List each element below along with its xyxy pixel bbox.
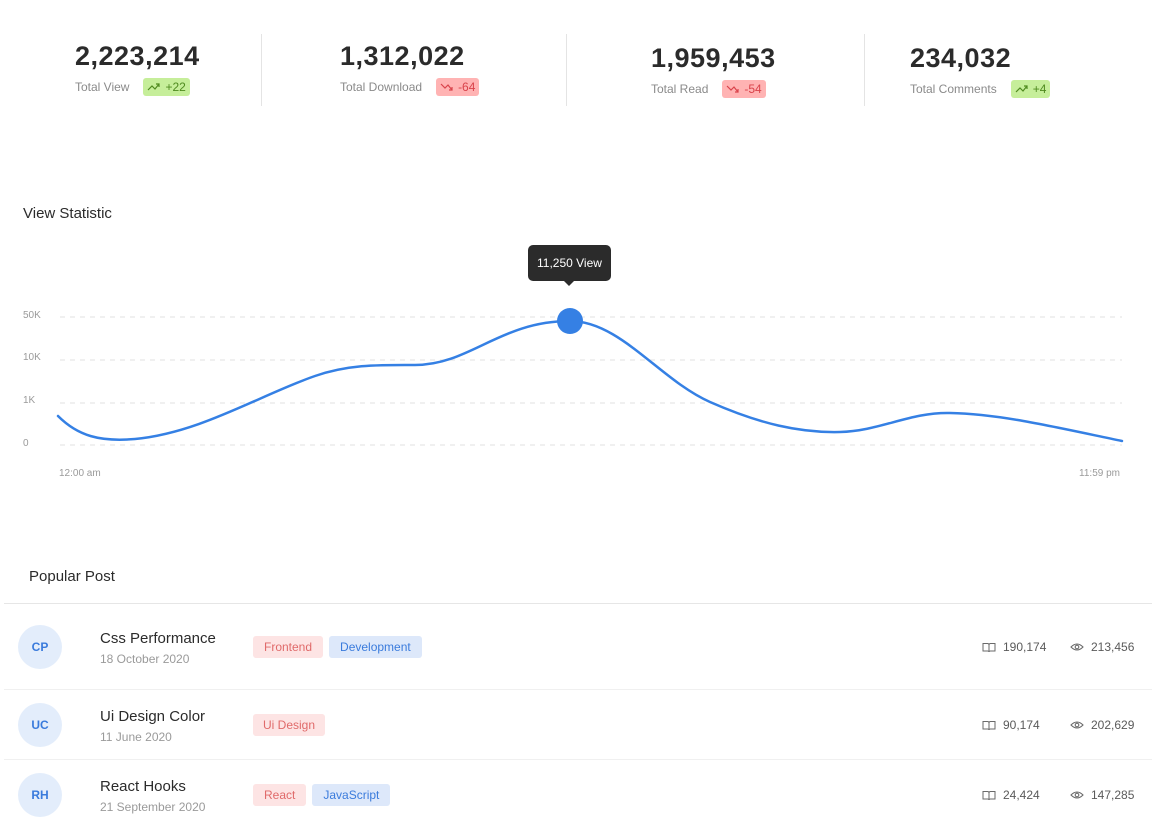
post-row[interactable]: UC Ui Design Color 11 June 2020 Ui Desig… — [4, 690, 1152, 760]
stat-label: Total View — [75, 80, 130, 94]
stat-divider — [261, 34, 262, 106]
peak-point-marker[interactable] — [557, 308, 583, 334]
post-reads: 190,174 — [982, 640, 1046, 654]
y-tick-label: 0 — [23, 438, 29, 449]
stat-total-download: 1,312,022 Total Download -64 — [340, 40, 480, 96]
stat-value: 2,223,214 — [75, 41, 200, 71]
post-title[interactable]: React Hooks — [100, 778, 186, 795]
post-title[interactable]: Ui Design Color — [100, 708, 205, 725]
stat-change-badge: -64 — [436, 78, 480, 96]
stat-divider — [566, 34, 567, 106]
y-tick-label: 10K — [23, 352, 41, 363]
view-statistic-title: View Statistic — [23, 205, 112, 222]
trend-up-icon — [1015, 85, 1028, 93]
tag-badge[interactable]: Ui Design — [253, 714, 326, 736]
stat-value: 234,032 — [910, 43, 1012, 73]
stat-label: Total Download — [340, 80, 423, 94]
y-tick-label: 1K — [23, 395, 36, 406]
post-reads: 90,174 — [982, 718, 1040, 732]
reads-count: 90,174 — [1003, 718, 1040, 732]
views-count: 202,629 — [1091, 718, 1135, 732]
eye-icon — [1070, 721, 1084, 729]
trend-up-icon — [148, 83, 161, 91]
stat-change-value: +22 — [165, 80, 186, 94]
x-tick-label-start: 12:00 am — [59, 468, 101, 479]
avatar: CP — [18, 625, 62, 669]
views-count: 147,285 — [1091, 788, 1135, 802]
post-views: 213,456 — [1070, 640, 1134, 654]
view-statistic-chart: 50K 10K 1K 0 12:00 am 11:59 pm 11,250 Vi… — [0, 230, 1167, 490]
stat-change-value: +4 — [1032, 82, 1047, 96]
stat-divider — [864, 34, 865, 106]
tag-badge[interactable]: Frontend — [253, 636, 324, 658]
post-tags: React JavaScript — [253, 784, 396, 806]
book-icon — [982, 720, 996, 730]
book-icon — [982, 790, 996, 800]
tag-badge[interactable]: JavaScript — [312, 784, 391, 806]
post-date: 18 October 2020 — [100, 652, 190, 666]
trend-down-icon — [726, 85, 739, 93]
avatar: RH — [18, 773, 62, 817]
tag-badge[interactable]: React — [253, 784, 307, 806]
reads-count: 190,174 — [1003, 640, 1047, 654]
post-date: 11 June 2020 — [100, 730, 172, 744]
stat-total-view: 2,223,214 Total View +22 — [75, 40, 200, 96]
post-views: 147,285 — [1070, 788, 1134, 802]
popular-post-title: Popular Post — [29, 568, 115, 585]
stat-change-value: -64 — [458, 80, 476, 94]
stat-change-badge: -54 — [722, 80, 766, 98]
post-title[interactable]: Css Performance — [100, 630, 216, 647]
stats-bar: 2,223,214 Total View +22 1,312,022 Total… — [0, 0, 1167, 140]
peak-tooltip: 11,250 View — [528, 245, 611, 286]
stat-total-read: 1,959,453 Total Read -54 — [651, 42, 776, 98]
book-icon — [982, 642, 996, 652]
stat-change-badge: +4 — [1010, 80, 1051, 98]
view-series-line — [56, 319, 1124, 443]
trend-down-icon — [440, 83, 453, 91]
eye-icon — [1070, 643, 1084, 651]
stat-change-value: -54 — [744, 82, 762, 96]
post-date: 21 September 2020 — [100, 800, 206, 814]
views-count: 213,456 — [1091, 640, 1135, 654]
post-tags: Frontend Development — [253, 636, 428, 658]
grid-lines — [60, 316, 1122, 446]
post-reads: 24,424 — [982, 788, 1040, 802]
post-row[interactable]: CP Css Performance 18 October 2020 Front… — [4, 604, 1152, 690]
stat-value: 1,959,453 — [651, 43, 776, 73]
y-tick-label: 50K — [23, 310, 41, 321]
stat-total-comments: 234,032 Total Comments +4 — [910, 42, 1051, 98]
x-tick-label-end: 11:59 pm — [1079, 468, 1120, 479]
post-tags: Ui Design — [253, 714, 331, 736]
post-row[interactable]: RH React Hooks 21 September 2020 React J… — [4, 760, 1152, 830]
stat-change-badge: +22 — [143, 78, 190, 96]
post-views: 202,629 — [1070, 718, 1134, 732]
stat-value: 1,312,022 — [340, 41, 465, 71]
tag-badge[interactable]: Development — [329, 636, 422, 658]
reads-count: 24,424 — [1003, 788, 1040, 802]
stat-label: Total Read — [651, 82, 709, 96]
eye-icon — [1070, 791, 1084, 799]
avatar: UC — [18, 703, 62, 747]
stat-label: Total Comments — [910, 82, 997, 96]
popular-post-list: CP Css Performance 18 October 2020 Front… — [4, 603, 1152, 830]
